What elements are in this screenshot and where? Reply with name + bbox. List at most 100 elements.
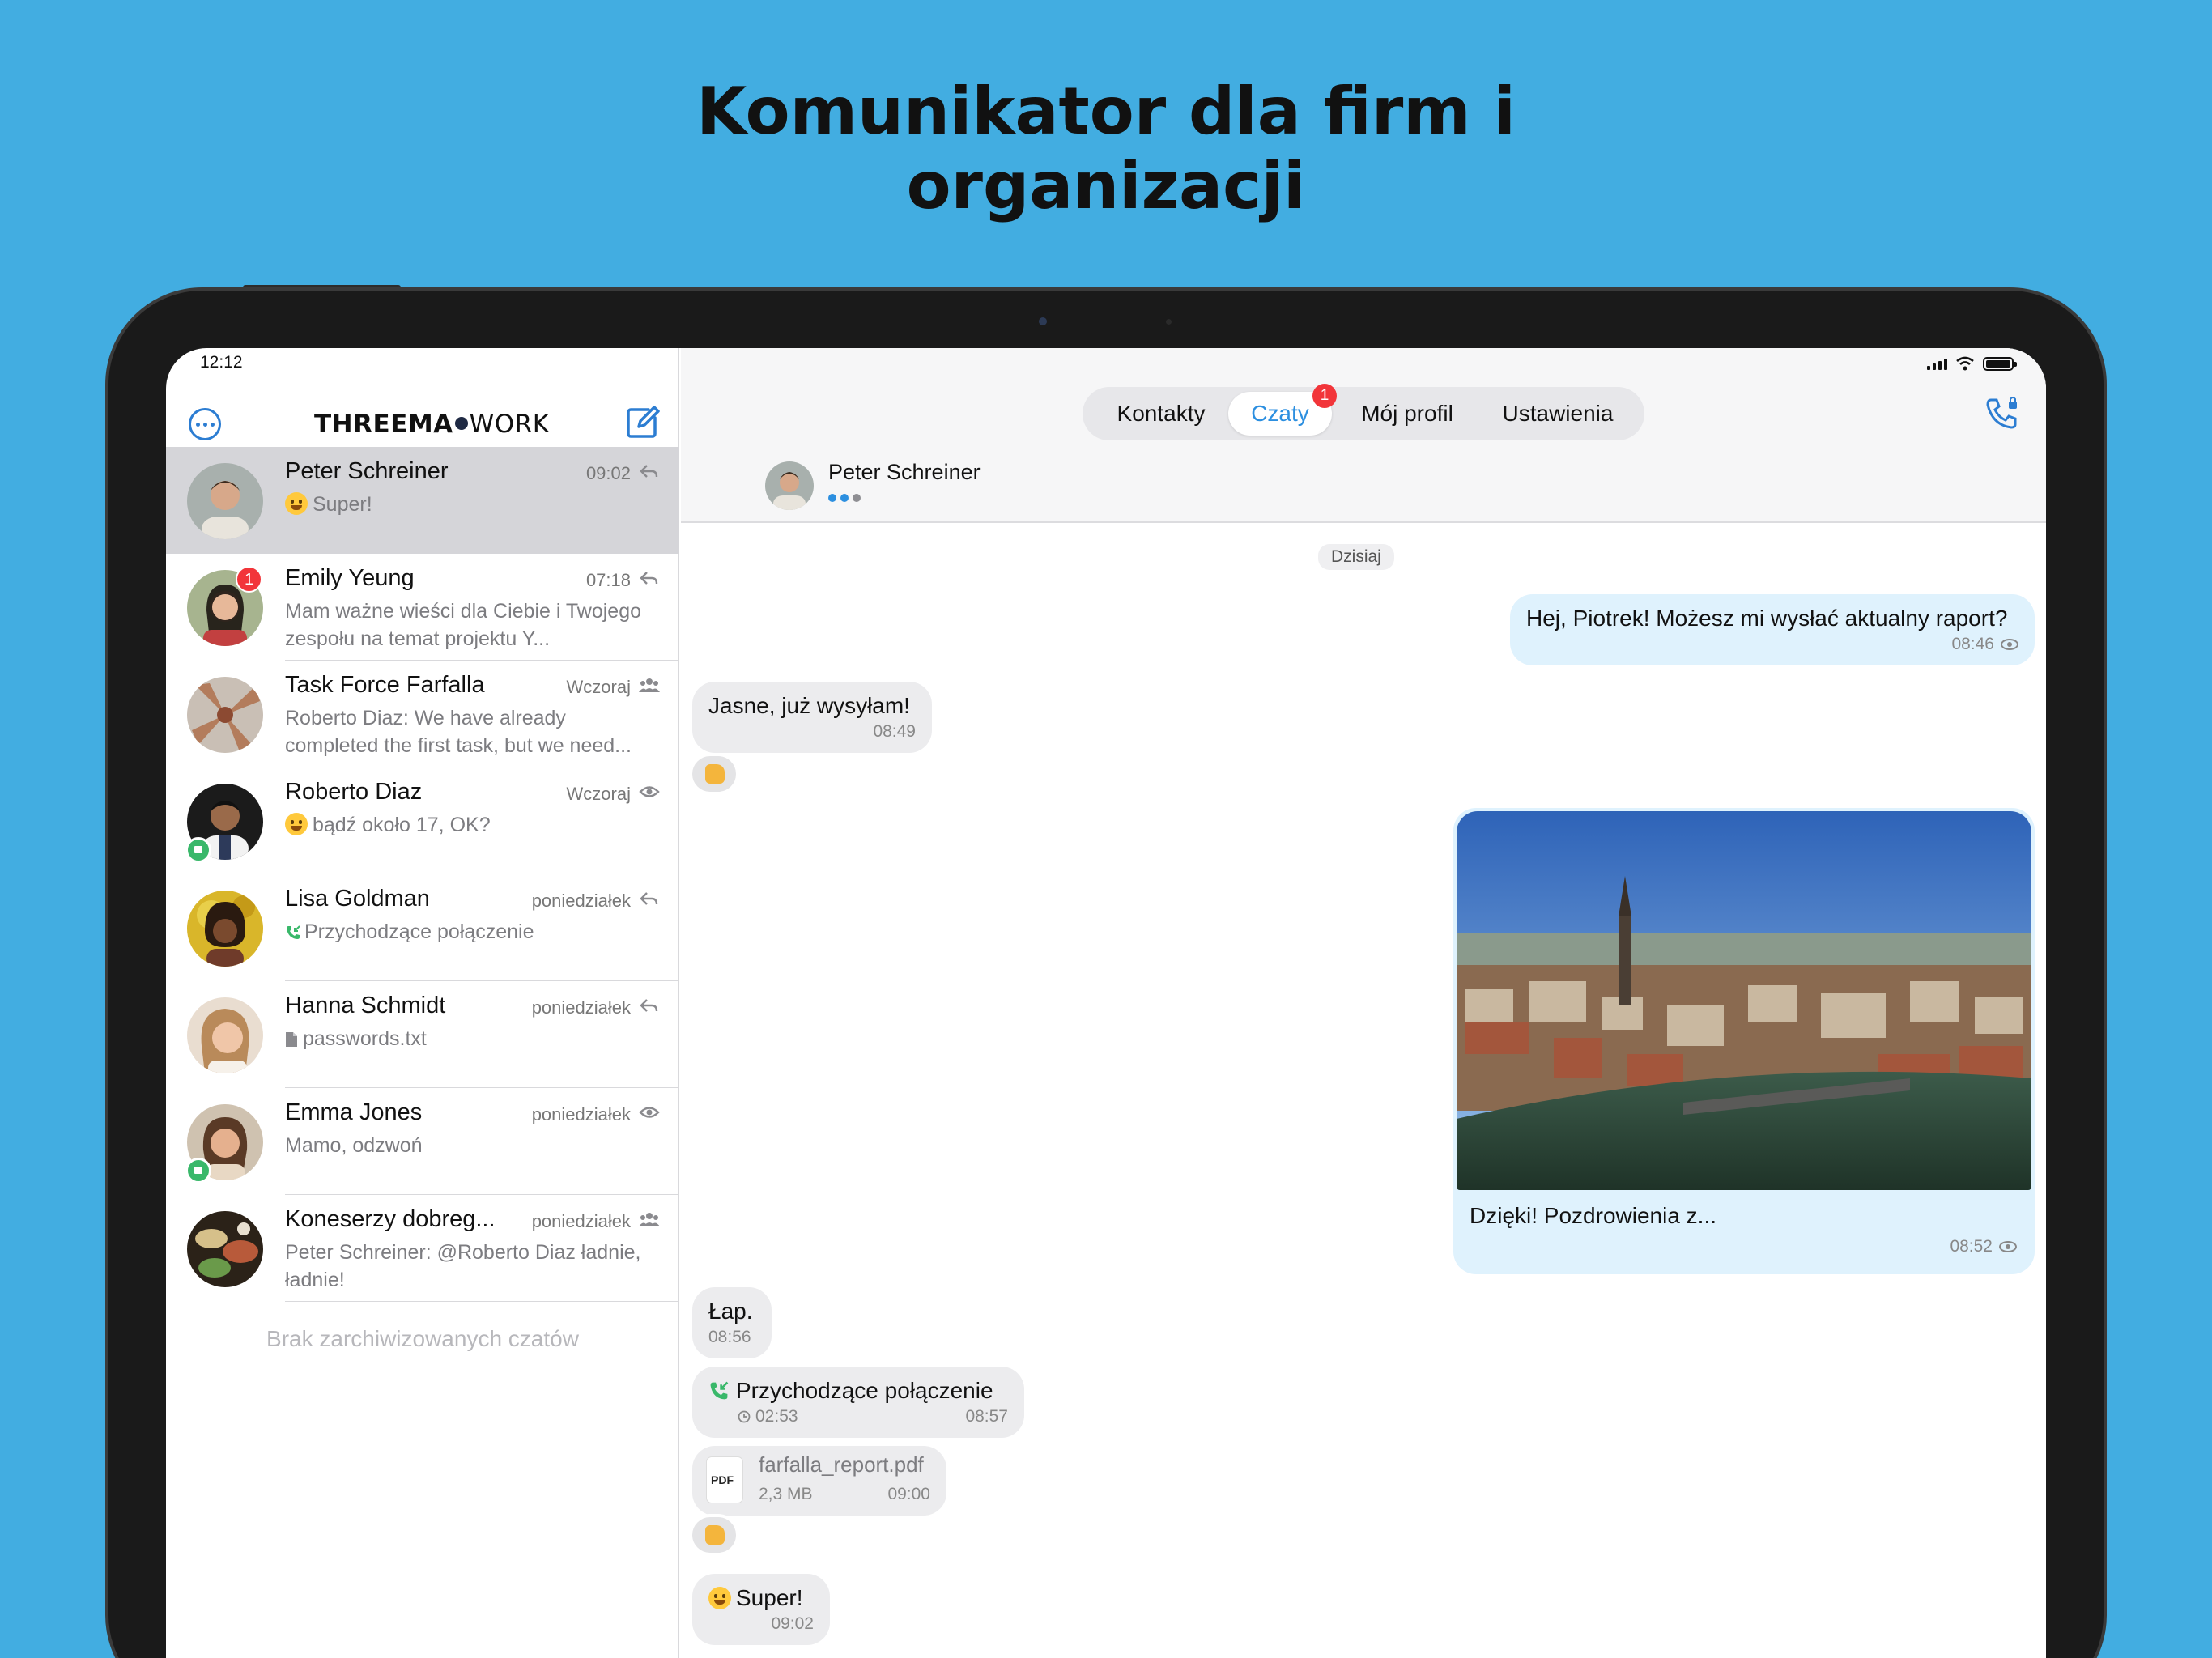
reply-icon [640, 572, 658, 585]
chat-row-emma-jones[interactable]: Emma Jones poniedziałek Mamo, odzwoń [166, 1088, 679, 1195]
verification-level-icon [828, 494, 861, 502]
chat-sidebar: 12:12 THREEMA WORK Peter Schreiner 09:02 [166, 348, 679, 1658]
chat-row-hanna-schmidt[interactable]: Hanna Schmidt poniedziałek passwords.txt [166, 981, 679, 1088]
more-options-button[interactable] [189, 408, 221, 440]
incoming-call-icon [710, 1381, 729, 1400]
chat-row-lisa-goldman[interactable]: Lisa Goldman poniedziałek Przychodzące p… [166, 874, 679, 981]
message-incoming[interactable]: Łap. 08:56 [692, 1287, 772, 1358]
status-icons [1927, 356, 2017, 371]
message-meta: 08:46 [1526, 635, 2018, 654]
call-duration-text: 02:53 [755, 1407, 798, 1426]
message-image[interactable]: Dzięki! Pozdrowienia z... 08:52 [1453, 808, 2035, 1274]
image-caption: Dzięki! Pozdrowienia z... [1470, 1203, 1717, 1228]
chat-row-roberto-diaz[interactable]: Roberto Diaz Wczoraj bądź około 17, OK? [166, 767, 679, 874]
message-incoming[interactable]: Super! 09:02 [692, 1574, 830, 1645]
compose-icon[interactable] [624, 405, 660, 440]
reply-icon [640, 999, 658, 1012]
conversation-header: Kontakty Czaty 1 Mój profil Ustawienia P… [681, 348, 2046, 523]
battery-icon [1983, 356, 2017, 371]
group-icon [639, 678, 660, 692]
chat-time: poniedziałek [531, 997, 631, 1018]
tab-czaty[interactable]: Czaty 1 [1228, 384, 1337, 436]
city-photo[interactable] [1457, 811, 2031, 1190]
chat-preview-text: Przychodzące połączenie [304, 920, 534, 943]
chat-name: Task Force Farfalla [285, 672, 485, 698]
sensor [1166, 319, 1172, 325]
conversation-pane: Kontakty Czaty 1 Mój profil Ustawienia P… [681, 348, 2046, 1658]
chat-preview: Peter Schreiner: @Roberto Diaz ładnie, ł… [285, 1241, 641, 1291]
dot-icon [202, 422, 207, 427]
message-meta: 02:53 08:57 [708, 1407, 1008, 1426]
pdf-file-icon: PDF [707, 1457, 742, 1503]
camera-icon [1039, 317, 1047, 325]
avatar [187, 891, 263, 967]
work-contact-badge-icon [185, 1158, 211, 1184]
archive-note: Brak zarchiwizowanych czatów [266, 1326, 579, 1351]
thumbs-up-reaction[interactable] [689, 1514, 739, 1556]
chat-preview: Mam ważne wieści dla Ciebie i Twojego ze… [285, 600, 642, 650]
tab-kontakty[interactable]: Kontakty [1094, 392, 1228, 436]
chat-preview-text: bądź około 17, OK? [313, 814, 491, 836]
wifi-icon [1956, 356, 1974, 371]
chat-time: poniedziałek [531, 1211, 631, 1231]
clock-icon [738, 1410, 751, 1423]
message-time: 08:46 [1951, 635, 1994, 653]
chat-preview-text: Super! [313, 493, 372, 516]
dot-icon [210, 422, 215, 427]
avatar [187, 997, 263, 1073]
contact-name[interactable]: Peter Schreiner [828, 460, 981, 485]
chat-row-peter-schreiner[interactable]: Peter Schreiner 09:02 Super! [166, 447, 679, 554]
logo-bold: THREEMA [314, 410, 453, 439]
avatar [187, 677, 263, 753]
message-incoming[interactable]: Jasne, już wysyłam! 08:49 [692, 682, 932, 753]
chat-time: Wczoraj [566, 677, 631, 697]
reply-icon [640, 892, 658, 905]
avatar [187, 463, 263, 539]
tab-label: Czaty [1251, 401, 1309, 426]
message-outgoing[interactable]: Hej, Piotrek! Możesz mi wysłać aktualny … [1510, 594, 2035, 665]
cellular-signal-icon [1927, 357, 1947, 370]
message-time: 08:56 [708, 1328, 751, 1346]
tab-unread-badge: 1 [1312, 384, 1337, 408]
chat-time: 09:02 [585, 463, 631, 483]
grinning-emoji-icon [285, 492, 308, 515]
headline-line-2: organizacji [906, 148, 1306, 223]
message-text: Przychodzące połączenie [736, 1378, 993, 1403]
message-text: Hej, Piotrek! Możesz mi wysłać aktualny … [1526, 606, 2008, 631]
message-time: 08:49 [873, 722, 916, 741]
threema-work-logo: THREEMA WORK [314, 410, 550, 439]
message-meta: 08:52 [1950, 1237, 2017, 1256]
lock-dot-icon [454, 417, 468, 430]
chat-row-emily-yeung[interactable]: 1 Emily Yeung 07:18 Mam ważne wieści dla… [166, 554, 679, 661]
message-text: Super! [736, 1585, 803, 1610]
tab-ustawienia[interactable]: Ustawienia [1482, 392, 1633, 436]
message-list: Dzisiaj Hej, Piotrek! Możesz mi wysłać a… [681, 525, 2046, 1658]
headline-line-1: Komunikator dla firm i [696, 74, 1516, 149]
chat-preview: Mamo, odzwoń [285, 1134, 423, 1157]
message-file[interactable]: PDF farfalla_report.pdf 2,3 MB 09:00 [692, 1446, 946, 1516]
chat-time: Wczoraj [566, 784, 631, 804]
chat-name: Peter Schreiner [285, 458, 449, 484]
unread-badge: 1 [236, 566, 262, 593]
message-call[interactable]: Przychodzące połączenie 02:53 08:57 [692, 1367, 1024, 1438]
message-text: Łap. [708, 1299, 753, 1324]
contact-avatar[interactable] [765, 461, 814, 510]
chat-row-task-force-farfalla[interactable]: Task Force Farfalla Wczoraj Roberto Diaz… [166, 661, 679, 767]
secure-call-icon[interactable] [1984, 395, 2020, 431]
file-name: farfalla_report.pdf [759, 1452, 924, 1477]
file-size: 2,3 MB [759, 1485, 813, 1503]
message-time: 09:02 [771, 1614, 814, 1633]
call-title: Przychodzące połączenie [708, 1378, 1008, 1404]
chat-row-koneserzy[interactable]: Koneserzy dobreg... poniedziałek Peter S… [166, 1195, 679, 1302]
thumbs-up-reaction[interactable] [689, 753, 739, 795]
message-content: Super! [708, 1585, 814, 1611]
tab-moj-profil[interactable]: Mój profil [1338, 392, 1476, 436]
day-separator: Dzisiaj [1318, 544, 1394, 570]
reply-icon [640, 465, 658, 478]
message-time: 08:57 [965, 1407, 1008, 1426]
headline: Komunikator dla firm i organizacji [0, 74, 2212, 223]
avatar [187, 1211, 263, 1287]
chat-name: Emily Yeung [285, 565, 415, 591]
chat-preview: Super! [285, 491, 653, 518]
seen-eye-icon [639, 786, 660, 797]
